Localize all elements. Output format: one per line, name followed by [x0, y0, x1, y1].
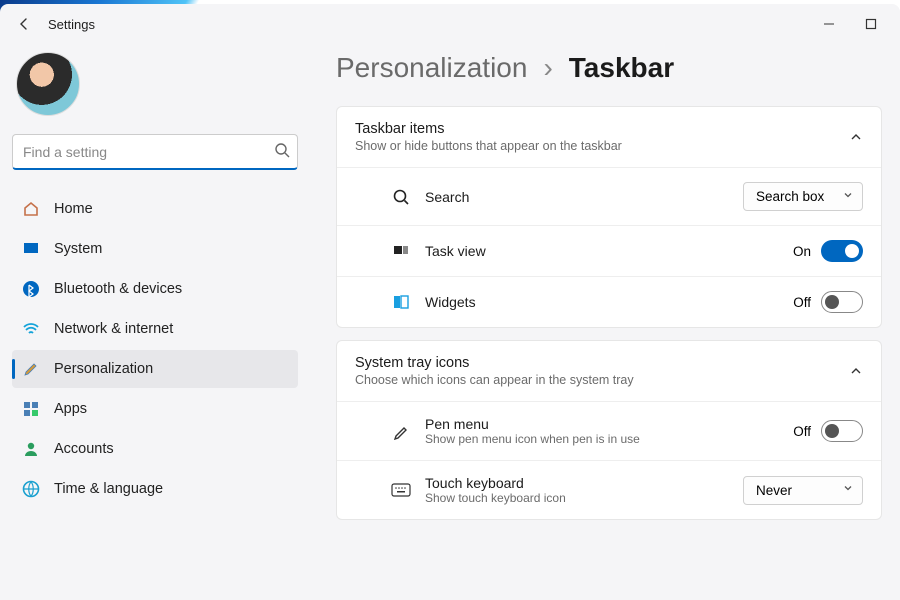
group-header[interactable]: Taskbar items Show or hide buttons that … — [337, 107, 881, 167]
row-search: Search Search box — [337, 167, 881, 225]
row-widgets: Widgets Off — [337, 276, 881, 327]
group-header[interactable]: System tray icons Choose which icons can… — [337, 341, 881, 401]
titlebar: Settings — [0, 4, 900, 44]
row-pen-menu: Pen menu Show pen menu icon when pen is … — [337, 401, 881, 460]
breadcrumb-current: Taskbar — [569, 52, 674, 84]
nav-label: System — [54, 241, 102, 257]
group-title: System tray icons — [355, 355, 849, 371]
bluetooth-icon — [22, 280, 40, 298]
main-content: Personalization › Taskbar Taskbar items … — [310, 44, 900, 600]
system-icon — [22, 240, 40, 258]
row-label: Search — [425, 189, 729, 205]
row-task-view: Task view On — [337, 225, 881, 276]
dropdown-value: Never — [756, 483, 792, 498]
task-view-icon — [391, 241, 411, 261]
wifi-icon — [22, 320, 40, 338]
group-subtitle: Choose which icons can appear in the sys… — [355, 373, 849, 387]
row-touch-keyboard: Touch keyboard Show touch keyboard icon … — [337, 460, 881, 519]
search-dropdown[interactable]: Search box — [743, 182, 863, 211]
group-subtitle: Show or hide buttons that appear on the … — [355, 139, 849, 153]
row-sublabel: Show touch keyboard icon — [425, 491, 729, 505]
pen-menu-toggle[interactable] — [821, 420, 863, 442]
chevron-up-icon — [849, 364, 863, 378]
widgets-icon — [391, 292, 411, 312]
nav-label: Accounts — [54, 441, 114, 457]
search-wrap — [12, 134, 298, 170]
minimize-icon — [823, 18, 835, 30]
group-taskbar-items: Taskbar items Show or hide buttons that … — [336, 106, 882, 328]
settings-window: Settings Home System — [0, 4, 900, 600]
minimize-button[interactable] — [820, 15, 838, 33]
search-icon — [391, 187, 411, 207]
search-icon — [274, 142, 290, 163]
task-view-toggle[interactable] — [821, 240, 863, 262]
group-system-tray: System tray icons Choose which icons can… — [336, 340, 882, 520]
window-body: Home System Bluetooth & devices Network … — [0, 44, 900, 600]
paintbrush-icon — [22, 360, 40, 378]
row-label: Pen menu — [425, 416, 779, 432]
toggle-state-label: Off — [793, 295, 811, 310]
nav-label: Apps — [54, 401, 87, 417]
row-label: Task view — [425, 243, 779, 259]
nav-label: Home — [54, 201, 93, 217]
toggle-state-label: Off — [793, 424, 811, 439]
chevron-right-icon: › — [543, 52, 552, 84]
search-input[interactable] — [12, 134, 298, 170]
nav-item-apps[interactable]: Apps — [12, 390, 298, 428]
nav-item-personalization[interactable]: Personalization — [12, 350, 298, 388]
nav-label: Personalization — [54, 361, 153, 377]
chevron-down-icon — [842, 189, 854, 204]
chevron-down-icon — [842, 483, 854, 498]
toggle-state-label: On — [793, 244, 811, 259]
nav-item-time[interactable]: Time & language — [12, 470, 298, 508]
keyboard-icon — [391, 480, 411, 500]
nav-item-network[interactable]: Network & internet — [12, 310, 298, 348]
nav-item-bluetooth[interactable]: Bluetooth & devices — [12, 270, 298, 308]
touch-keyboard-dropdown[interactable]: Never — [743, 476, 863, 505]
nav-label: Network & internet — [54, 321, 173, 337]
nav-label: Time & language — [54, 481, 163, 497]
row-label: Widgets — [425, 294, 779, 310]
home-icon — [22, 200, 40, 218]
widgets-toggle[interactable] — [821, 291, 863, 313]
arrow-left-icon — [16, 16, 32, 32]
breadcrumb-parent[interactable]: Personalization — [336, 52, 527, 84]
nav-item-system[interactable]: System — [12, 230, 298, 268]
maximize-button[interactable] — [862, 15, 880, 33]
apps-icon — [22, 400, 40, 418]
row-sublabel: Show pen menu icon when pen is in use — [425, 432, 779, 446]
pen-icon — [391, 421, 411, 441]
avatar[interactable] — [16, 52, 80, 116]
dropdown-value: Search box — [756, 189, 824, 204]
person-icon — [22, 440, 40, 458]
nav-list: Home System Bluetooth & devices Network … — [12, 190, 298, 508]
window-title: Settings — [48, 17, 95, 32]
maximize-icon — [865, 18, 877, 30]
nav-item-home[interactable]: Home — [12, 190, 298, 228]
back-button[interactable] — [8, 8, 40, 40]
breadcrumb: Personalization › Taskbar — [336, 52, 882, 84]
chevron-up-icon — [849, 130, 863, 144]
globe-icon — [22, 480, 40, 498]
nav-label: Bluetooth & devices — [54, 281, 182, 297]
row-label: Touch keyboard — [425, 475, 729, 491]
sidebar: Home System Bluetooth & devices Network … — [0, 44, 310, 600]
group-title: Taskbar items — [355, 121, 849, 137]
window-controls — [820, 15, 892, 33]
nav-item-accounts[interactable]: Accounts — [12, 430, 298, 468]
